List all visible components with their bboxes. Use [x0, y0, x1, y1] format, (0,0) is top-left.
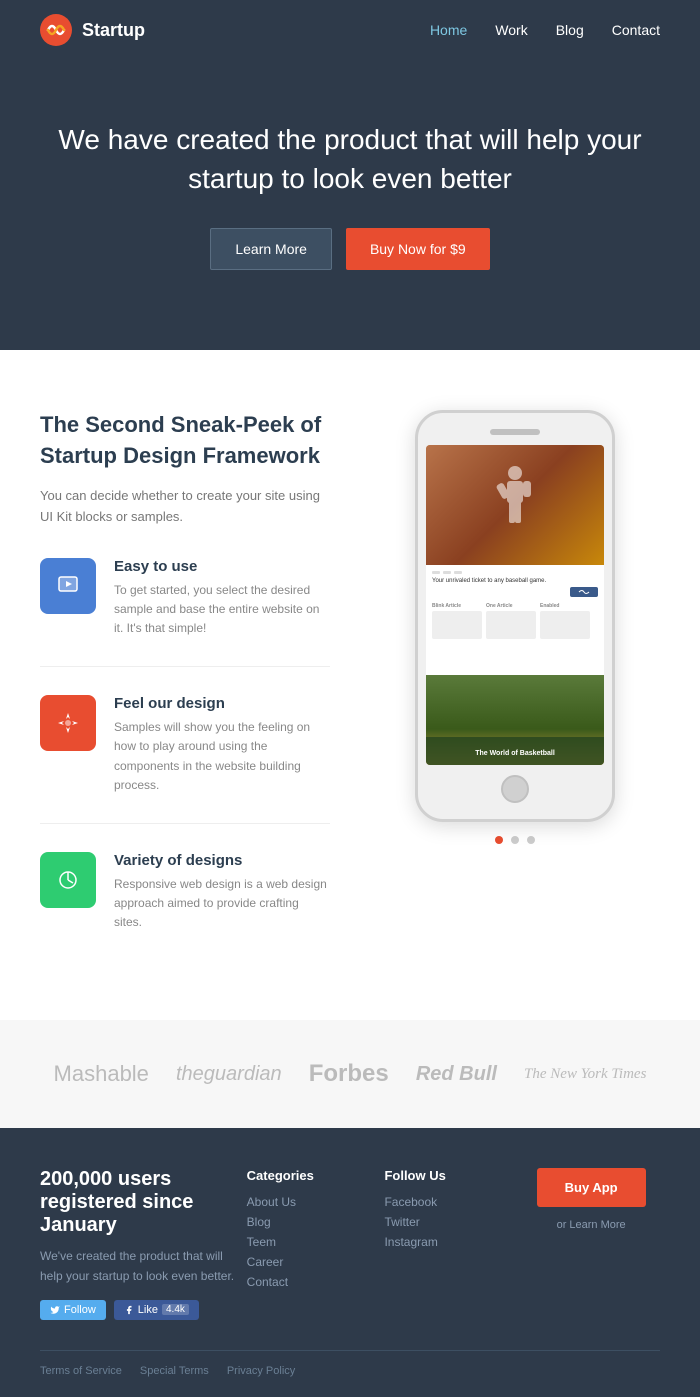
fb-like-label: Like — [138, 1304, 158, 1316]
logo-mashable: Mashable — [54, 1061, 149, 1087]
buy-now-button[interactable]: Buy Now for $9 — [346, 228, 490, 270]
phone-screen-content: Your unrivaled ticket to any baseball ga… — [426, 445, 604, 765]
features-left: The Second Sneak-Peek of Startup Design … — [40, 410, 330, 960]
footer-left: 200,000 users registered since January W… — [40, 1168, 247, 1319]
footer-categories-title: Categories — [247, 1168, 385, 1183]
footer-top: 200,000 users registered since January W… — [40, 1168, 660, 1319]
footer-stat-text: 200,000 users registered since January — [40, 1168, 247, 1237]
footer-categories: Categories About Us Blog Teem Career Con… — [247, 1168, 385, 1295]
feature-text-3: Variety of designs Responsive web design… — [114, 852, 330, 933]
logo-area: Startup — [40, 14, 145, 46]
logo-icon — [40, 14, 72, 46]
footer-follow-title: Follow Us — [384, 1168, 522, 1183]
facebook-like-button[interactable]: Like 4.4k — [114, 1300, 199, 1320]
footer-bottom: Terms of Service Special Terms Privacy P… — [40, 1350, 660, 1377]
logos-section: Mashable theguardian Forbes Red Bull The… — [0, 1020, 700, 1128]
or-learn-more: or Learn More — [557, 1219, 626, 1231]
feature-item-1: Easy to use To get started, you select t… — [40, 558, 330, 668]
twitter-follow-label: Follow — [64, 1304, 96, 1316]
nav: Home Work Blog Contact — [430, 22, 660, 38]
nav-blog[interactable]: Blog — [556, 22, 584, 38]
logo-forbes: Forbes — [309, 1060, 389, 1088]
social-buttons: Follow Like 4.4k — [40, 1300, 247, 1320]
feel-design-icon — [40, 695, 96, 751]
footer-link-twitter[interactable]: Twitter — [384, 1215, 522, 1229]
hero-buttons: Learn More Buy Now for $9 — [40, 228, 660, 270]
features-title: The Second Sneak-Peek of Startup Design … — [40, 410, 330, 472]
feature-title-2: Feel our design — [114, 695, 330, 712]
feature-title-1: Easy to use — [114, 558, 330, 575]
logo-text: Startup — [82, 20, 145, 41]
carousel-dot-1[interactable] — [495, 836, 503, 844]
carousel-dot-2[interactable] — [511, 836, 519, 844]
hero-headline: We have created the product that will he… — [40, 120, 660, 198]
phone-screen: Your unrivaled ticket to any baseball ga… — [426, 445, 604, 765]
feature-text-1: Easy to use To get started, you select t… — [114, 558, 330, 639]
footer-buy-section: Buy App or Learn More — [522, 1168, 660, 1233]
carousel-dot-3[interactable] — [527, 836, 535, 844]
footer-link-facebook[interactable]: Facebook — [384, 1195, 522, 1209]
footer-link-contact[interactable]: Contact — [247, 1275, 385, 1289]
feature-desc-3: Responsive web design is a web design ap… — [114, 875, 330, 933]
variety-icon — [40, 852, 96, 908]
footer-link-teem[interactable]: Teem — [247, 1235, 385, 1249]
footer-stat-desc: We've created the product that will help… — [40, 1247, 247, 1285]
footer-follow: Follow Us Facebook Twitter Instagram — [384, 1168, 522, 1255]
footer-privacy-link[interactable]: Privacy Policy — [227, 1365, 295, 1377]
footer-link-about[interactable]: About Us — [247, 1195, 385, 1209]
fb-count: 4.4k — [162, 1304, 189, 1315]
phone-home-button — [501, 775, 529, 803]
logo-nyt: The New York Times — [524, 1066, 646, 1083]
footer-terms-link[interactable]: Terms of Service — [40, 1365, 122, 1377]
screen-banner-text: The World of Basketball — [475, 750, 555, 757]
nav-home[interactable]: Home — [430, 22, 467, 38]
phone-speaker — [490, 429, 540, 435]
twitter-icon — [50, 1305, 60, 1315]
feature-desc-1: To get started, you select the desired s… — [114, 581, 330, 639]
footer-special-terms-link[interactable]: Special Terms — [140, 1365, 209, 1377]
nav-contact[interactable]: Contact — [612, 22, 660, 38]
feature-title-3: Variety of designs — [114, 852, 330, 869]
feature-item-2: Feel our design Samples will show you th… — [40, 695, 330, 824]
easy-to-use-icon — [40, 558, 96, 614]
learn-more-button[interactable]: Learn More — [210, 228, 332, 270]
feature-item-3: Variety of designs Responsive web design… — [40, 852, 330, 961]
buy-app-button[interactable]: Buy App — [537, 1168, 646, 1207]
phone-mockup: Your unrivaled ticket to any baseball ga… — [415, 410, 615, 822]
footer: 200,000 users registered since January W… — [0, 1128, 700, 1396]
facebook-icon — [124, 1305, 134, 1315]
feature-text-2: Feel our design Samples will show you th… — [114, 695, 330, 795]
header: Startup Home Work Blog Contact — [0, 0, 700, 60]
phone-outer: Your unrivaled ticket to any baseball ga… — [415, 410, 615, 822]
features-subtitle: You can decide whether to create your si… — [40, 486, 330, 528]
logo-guardian: theguardian — [176, 1063, 282, 1086]
nav-work[interactable]: Work — [495, 22, 527, 38]
logo-redbull: Red Bull — [416, 1063, 497, 1086]
features-right: Your unrivaled ticket to any baseball ga… — [370, 410, 660, 960]
footer-link-career[interactable]: Career — [247, 1255, 385, 1269]
footer-link-instagram[interactable]: Instagram — [384, 1235, 522, 1249]
carousel-dots — [495, 836, 535, 844]
feature-desc-2: Samples will show you the feeling on how… — [114, 718, 330, 795]
footer-link-blog[interactable]: Blog — [247, 1215, 385, 1229]
features-section: The Second Sneak-Peek of Startup Design … — [0, 350, 700, 1020]
twitter-follow-button[interactable]: Follow — [40, 1300, 106, 1320]
hero-section: We have created the product that will he… — [0, 60, 700, 350]
